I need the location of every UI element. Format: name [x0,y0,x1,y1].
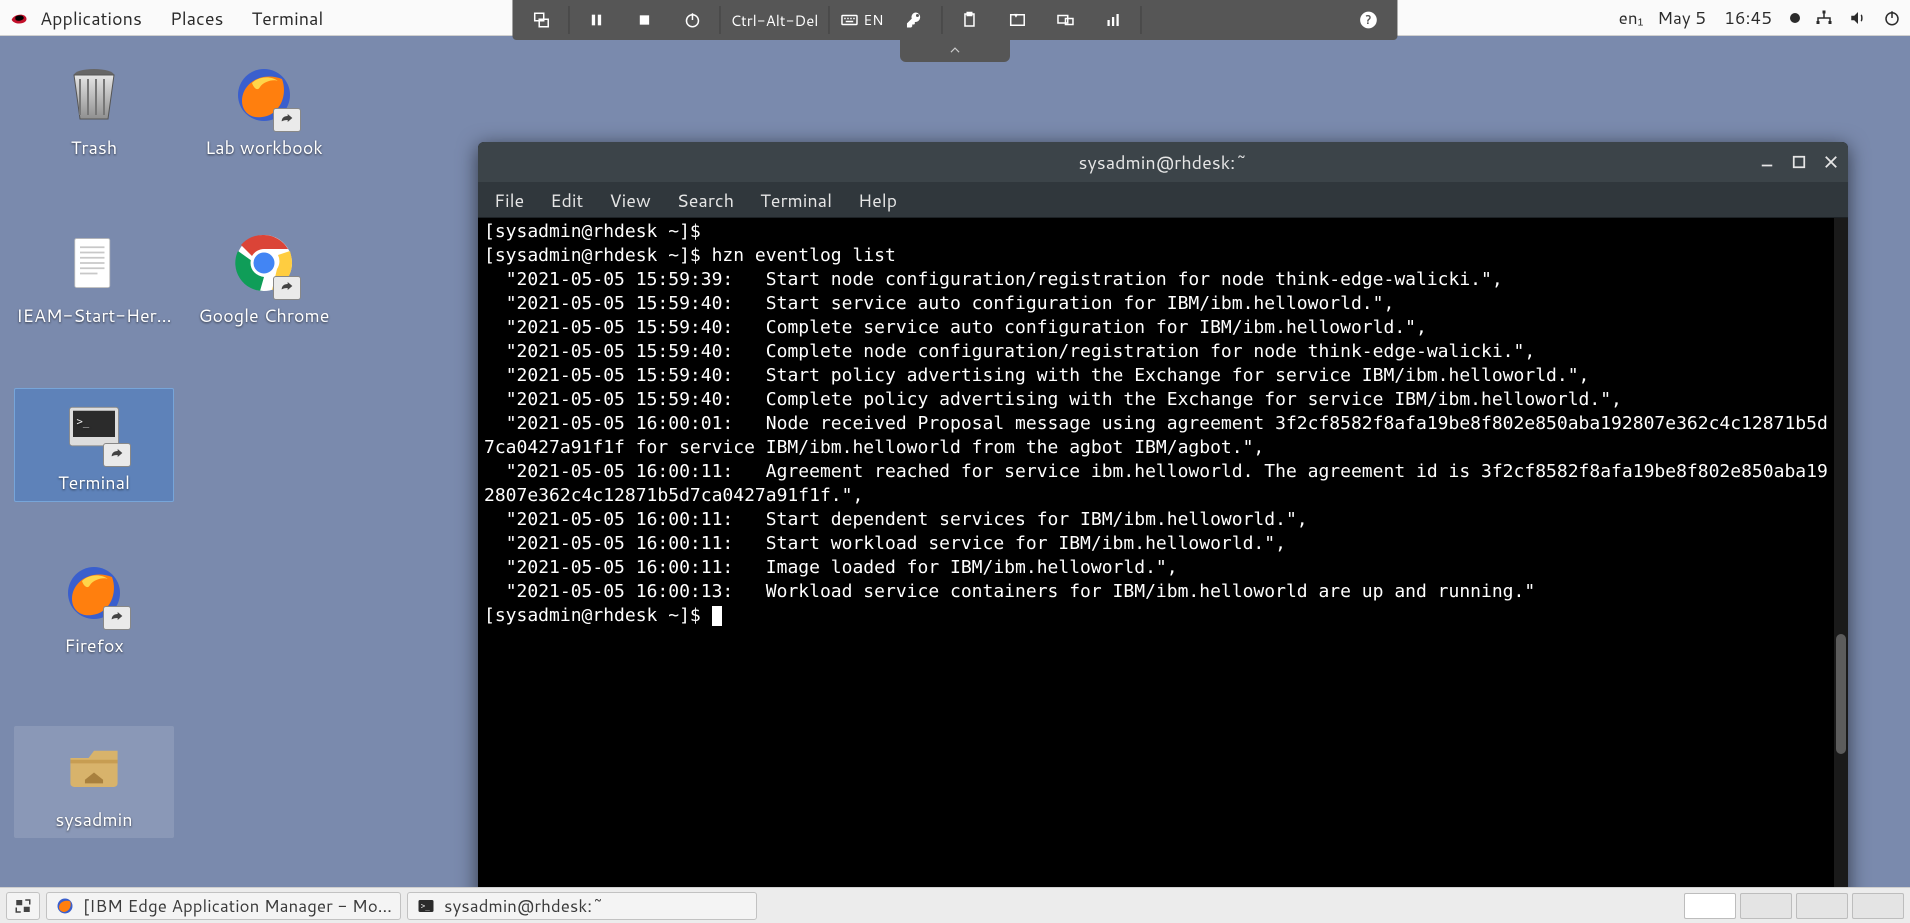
kvm-power-icon[interactable] [669,4,715,36]
clock-time[interactable]: 16:45 [1724,6,1772,30]
workspace-switcher[interactable] [1684,893,1904,919]
notification-dot-icon [1790,13,1800,23]
svg-text:>_: >_ [421,901,431,910]
terminal-scrollbar[interactable] [1834,218,1848,912]
desktop-icon-label: Firefox [64,632,123,658]
window-close-button[interactable] [1824,155,1838,169]
workspace-2[interactable] [1740,893,1792,919]
kvm-help-icon[interactable]: ? [1346,4,1392,36]
top-right-tray: en₁ May 5 16:45 [1619,6,1902,30]
desktop-icon-ieam-start-here[interactable]: IEAM-Start-Her… [14,228,174,334]
chrome-icon [229,228,299,298]
desktop-icon-home[interactable]: sysadmin [14,726,174,838]
desktop-icon-chrome[interactable]: Google Chrome [184,228,344,328]
kvm-fit-window-icon[interactable] [995,4,1041,36]
workspace-4[interactable] [1852,893,1904,919]
shortcut-arrow-icon [103,606,131,630]
desktop-icon-label: sysadmin [55,806,132,832]
shortcut-arrow-icon [273,276,301,300]
trash-icon [59,60,129,130]
power-icon[interactable] [1882,8,1902,28]
taskbar: [IBM Edge Application Manager - Mo… >_ s… [0,887,1910,923]
clock-date[interactable]: May 5 [1657,6,1706,30]
terminal-output[interactable]: [sysadmin@rhdesk ~]$ [sysadmin@rhdesk ~]… [478,218,1834,912]
window-titlebar[interactable]: sysadmin@rhdesk:~ [478,142,1848,182]
terminal-menu[interactable]: Terminal [251,5,323,31]
desktop[interactable]: Trash Lab workbook I [0,36,1910,887]
window-maximize-button[interactable] [1792,155,1806,169]
applications-menu[interactable]: Applications [40,5,142,31]
remote-viewer-handle[interactable] [900,40,1010,62]
show-desktop-button[interactable] [6,892,40,920]
taskbar-item-terminal[interactable]: >_ sysadmin@rhdesk:~ [407,892,757,920]
desktop-icon-trash[interactable]: Trash [14,60,174,160]
firefox-icon [55,896,75,916]
menu-search[interactable]: Search [677,187,734,213]
terminal-window: sysadmin@rhdesk:~ File Edit View Search … [478,142,1848,912]
window-minimize-button[interactable] [1760,155,1774,169]
firefox-icon [59,558,129,628]
kvm-stop-icon[interactable] [621,4,667,36]
desktop-icon-label: Trash [71,134,117,160]
kvm-stats-icon[interactable] [1091,4,1137,36]
window-title: sysadmin@rhdesk:~ [1079,149,1248,175]
terminal-icon: >_ [59,395,129,465]
terminal-menubar: File Edit View Search Terminal Help [478,182,1848,218]
places-menu[interactable]: Places [170,5,224,31]
kvm-keys-icon[interactable] [892,4,938,36]
workspace-1[interactable] [1684,893,1736,919]
desktop-icon-terminal[interactable]: >_ Terminal [14,388,174,502]
kvm-pause-icon[interactable] [573,4,619,36]
volume-icon[interactable] [1848,8,1868,28]
desktop-icon-firefox[interactable]: Firefox [14,558,174,658]
menu-edit[interactable]: Edit [550,187,583,213]
taskbar-item-label: [IBM Edge Application Manager - Mo… [83,894,392,918]
terminal-icon: >_ [416,896,436,916]
input-source-indicator[interactable]: en₁ [1619,6,1644,30]
remote-viewer-toolbar: Ctrl-Alt-Del EN ? [512,0,1397,40]
kvm-ctrl-alt-del-button[interactable]: Ctrl-Alt-Del [724,4,824,36]
shortcut-arrow-icon [273,108,301,132]
scrollbar-thumb[interactable] [1836,634,1846,754]
kvm-multiscreen-icon[interactable] [518,4,564,36]
taskbar-item-ibm-edge[interactable]: [IBM Edge Application Manager - Mo… [46,892,401,920]
document-icon [59,228,129,298]
kvm-keyboard-lang: EN [863,10,883,30]
svg-text:?: ? [1366,11,1372,28]
terminal-body[interactable]: [sysadmin@rhdesk ~]$ [sysadmin@rhdesk ~]… [478,218,1848,912]
menu-file[interactable]: File [494,187,524,213]
taskbar-item-label: sysadmin@rhdesk:~ [444,894,604,918]
folder-home-icon [59,732,129,802]
menu-help[interactable]: Help [858,187,897,213]
menu-terminal[interactable]: Terminal [760,187,832,213]
desktop-icon-label: Lab workbook [205,134,323,160]
desktop-icon-label: IEAM-Start-Her… [16,302,172,328]
kvm-keyboard-icon[interactable]: EN [833,4,889,36]
shortcut-arrow-icon [103,443,131,467]
redhat-logo-icon [8,7,30,29]
desktop-icon-label: Terminal [58,469,130,495]
menu-view[interactable]: View [609,187,650,213]
kvm-clipboard-icon[interactable] [947,4,993,36]
desktop-icon-lab-workbook[interactable]: Lab workbook [184,60,344,160]
desktop-icon-label: Google Chrome [198,302,329,328]
workspace-3[interactable] [1796,893,1848,919]
firefox-icon [229,60,299,130]
network-icon[interactable] [1814,8,1834,28]
svg-text:>_: >_ [77,416,90,428]
kvm-resolution-icon[interactable] [1043,4,1089,36]
